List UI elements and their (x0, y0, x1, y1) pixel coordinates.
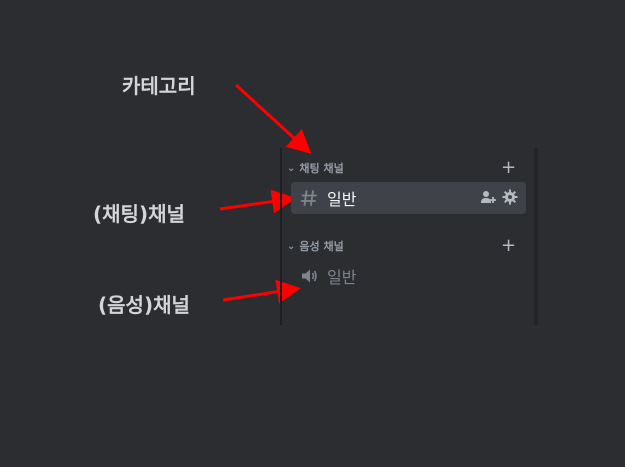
chevron-down-icon: ⌄ (287, 240, 296, 252)
channel-item-text-general[interactable]: 일반 (291, 182, 526, 214)
speaker-icon (299, 266, 319, 286)
sidebar-scrollbar-track[interactable] (534, 148, 538, 325)
gear-icon[interactable] (502, 189, 518, 209)
arrow-to-category (234, 83, 312, 155)
chevron-down-icon: ⌄ (287, 162, 296, 174)
create-channel-plus-icon[interactable]: + (501, 159, 516, 177)
category-label: 채팅 채널 (299, 162, 344, 175)
category-text-channels[interactable]: ⌄ 채팅 채널 (287, 160, 344, 176)
annotation-text-channel-label: (채팅)채널 (93, 202, 185, 226)
category-label: 음성 채널 (299, 240, 344, 253)
invite-icon[interactable] (480, 189, 496, 209)
annotation-arrows (219, 83, 312, 304)
annotation-voice-channel-label: (음성)채널 (98, 293, 190, 317)
sidebar-left-border (280, 148, 282, 325)
create-channel-plus-icon[interactable]: + (501, 237, 516, 255)
channel-name: 일반 (327, 190, 357, 209)
channel-name: 일반 (327, 268, 357, 287)
channel-item-voice-general[interactable]: 일반 (291, 260, 526, 292)
hash-icon (299, 188, 319, 208)
arrow-to-voice-channel (222, 279, 301, 304)
category-voice-channels[interactable]: ⌄ 음성 채널 (287, 238, 344, 254)
annotation-category-label: 카테고리 (122, 74, 196, 98)
